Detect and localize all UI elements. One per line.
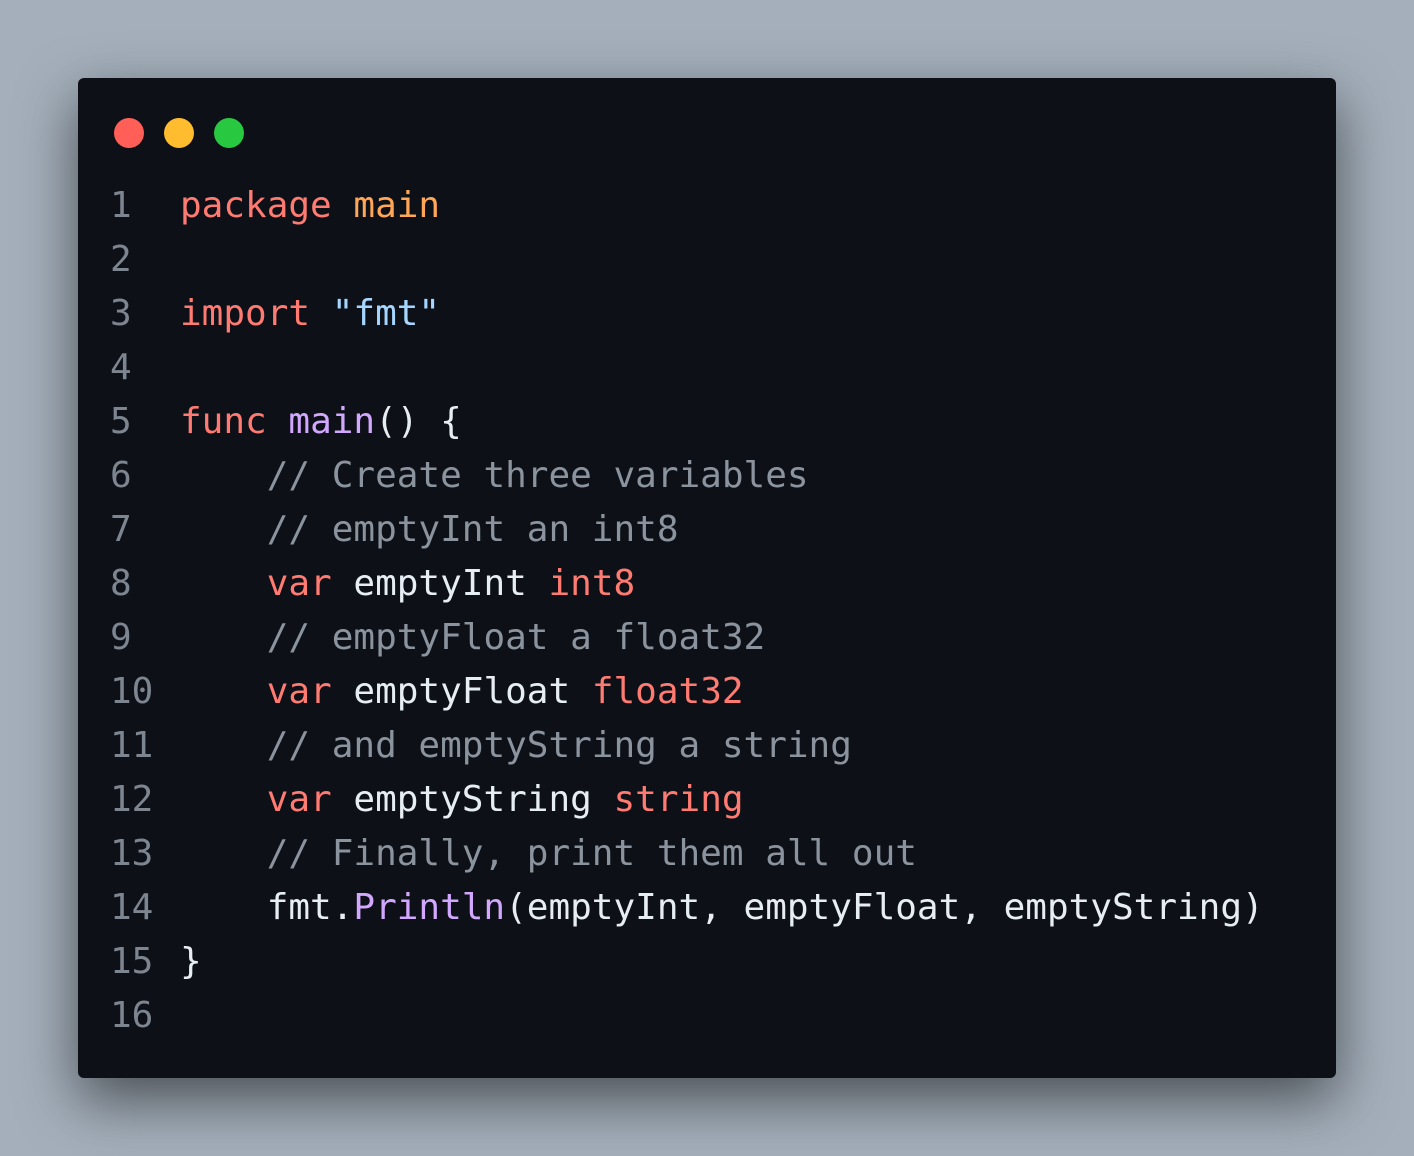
- code-line: 14 fmt.Println(emptyInt, emptyFloat, emp…: [110, 881, 1264, 935]
- code-token-string: "fmt": [331, 293, 441, 334]
- code-line-content: // and emptyString a string: [180, 719, 852, 773]
- code-line: 2: [110, 233, 1264, 287]
- code-line-content: fmt.Println(emptyInt, emptyFloat, emptyS…: [180, 881, 1264, 935]
- code-line-content: var emptyFloat float32: [180, 665, 744, 719]
- code-token-func: main: [288, 401, 376, 442]
- line-number: 3: [110, 293, 132, 334]
- code-token-punct: [180, 833, 267, 874]
- code-token-comment: // Finally, print them all out: [266, 833, 917, 874]
- line-number: 8: [110, 563, 132, 604]
- code-line: 10 var emptyFloat float32: [110, 665, 1264, 719]
- code-line: 4: [110, 341, 1264, 395]
- code-token-punct: [180, 725, 267, 766]
- code-line: 6 // Create three variables: [110, 449, 1264, 503]
- code-line: 13 // Finally, print them all out: [110, 827, 1264, 881]
- code-token-ident: fmt.: [180, 887, 354, 928]
- code-token-type: float32: [591, 671, 744, 712]
- code-token-comment: // Create three variables: [266, 455, 809, 496]
- code-line-content: // emptyInt an int8: [180, 503, 679, 557]
- code-token-comment: // and emptyString a string: [266, 725, 852, 766]
- code-line: 5 func main() {: [110, 395, 1264, 449]
- code-token-keyword: var: [266, 779, 332, 820]
- code-token-ident: (emptyInt, emptyFloat, emptyString): [505, 887, 1264, 928]
- code-line-content: var emptyInt int8: [180, 557, 635, 611]
- code-token-punct: [180, 779, 267, 820]
- line-number: 4: [110, 347, 132, 388]
- code-token-ident: emptyInt: [331, 563, 549, 604]
- code-token-ident: emptyFloat: [331, 671, 592, 712]
- code-line: 11 // and emptyString a string: [110, 719, 1264, 773]
- code-token-type: int8: [548, 563, 636, 604]
- code-block: 1 package main 2 3 import "fmt" 4 5 func main()…: [110, 179, 1264, 1043]
- code-line: 8 var emptyInt int8: [110, 557, 1264, 611]
- code-line-content: func main() {: [180, 395, 462, 449]
- code-token-ident: emptyString: [331, 779, 614, 820]
- code-token-keyword: func: [180, 401, 267, 442]
- code-token-punct: [310, 293, 332, 334]
- code-token-keyword: var: [266, 563, 332, 604]
- code-token-keyword: var: [266, 671, 332, 712]
- code-line-content: }: [180, 935, 202, 989]
- code-token-punct: [180, 563, 267, 604]
- code-token-punct: }: [180, 941, 202, 982]
- line-number: 14: [110, 887, 154, 928]
- line-number: 13: [110, 833, 154, 874]
- code-line-content: var emptyString string: [180, 773, 744, 827]
- minimize-dot-icon: [164, 118, 194, 148]
- code-token-keyword: import: [180, 293, 311, 334]
- code-token-func: Println: [353, 887, 506, 928]
- code-token-punct: [267, 401, 289, 442]
- line-number: 16: [110, 995, 154, 1036]
- code-token-keyword: package: [180, 185, 332, 226]
- code-line-content: // emptyFloat a float32: [180, 611, 766, 665]
- code-line-content: package main: [180, 179, 440, 233]
- code-line: 12 var emptyString string: [110, 773, 1264, 827]
- code-line: 16: [110, 989, 1264, 1043]
- line-number: 6: [110, 455, 132, 496]
- line-number: 2: [110, 239, 132, 280]
- code-token-comment: // emptyFloat a float32: [266, 617, 766, 658]
- code-token-punct: [180, 617, 267, 658]
- code-line-content: import "fmt": [180, 287, 440, 341]
- code-token-type: string: [613, 779, 744, 820]
- code-line: 7 // emptyInt an int8: [110, 503, 1264, 557]
- line-number: 9: [110, 617, 132, 658]
- code-token-punct: [180, 509, 267, 550]
- code-line-content: // Create three variables: [180, 449, 809, 503]
- code-line: 3 import "fmt": [110, 287, 1264, 341]
- maximize-dot-icon: [214, 118, 244, 148]
- code-line: 1 package main: [110, 179, 1264, 233]
- line-number: 10: [110, 671, 154, 712]
- code-token-punct: [332, 185, 354, 226]
- window-controls: [114, 118, 244, 148]
- line-number: 1: [110, 185, 132, 226]
- code-token-punct: () {: [375, 401, 462, 442]
- code-token-comment: // emptyInt an int8: [266, 509, 679, 550]
- close-dot-icon: [114, 118, 144, 148]
- line-number: 12: [110, 779, 154, 820]
- line-number: 15: [110, 941, 154, 982]
- code-token-punct: [180, 671, 267, 712]
- line-number: 5: [110, 401, 132, 442]
- code-token-pkg: main: [353, 185, 441, 226]
- line-number: 11: [110, 725, 154, 766]
- code-window: 1 package main 2 3 import "fmt" 4 5 func main()…: [78, 78, 1336, 1078]
- code-line: 9 // emptyFloat a float32: [110, 611, 1264, 665]
- code-line: 15}: [110, 935, 1264, 989]
- code-line-content: // Finally, print them all out: [180, 827, 917, 881]
- code-token-punct: [180, 455, 267, 496]
- line-number: 7: [110, 509, 132, 550]
